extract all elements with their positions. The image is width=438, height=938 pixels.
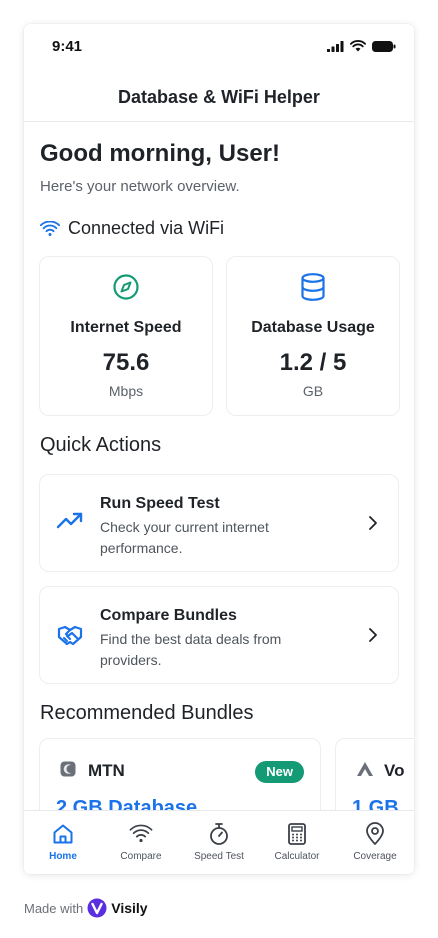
- action-description: Check your current internet performance.: [100, 519, 269, 556]
- handshake-icon: [57, 625, 83, 646]
- wifi-status-icon: [350, 40, 366, 52]
- nav-label: Coverage: [353, 851, 397, 862]
- action-name: Compare Bundles: [100, 607, 237, 624]
- wifi-icon: [129, 824, 153, 843]
- location-pin-icon: [366, 822, 384, 845]
- connection-status: Connected via WiFi: [40, 218, 224, 239]
- made-with-label: Made with: [24, 900, 84, 916]
- visily-brand: Visily: [111, 900, 148, 916]
- nav-coverage[interactable]: Coverage: [336, 811, 414, 874]
- app-title: Database & WiFi Helper: [118, 87, 320, 107]
- bundle-plan: 2 GB Database: [56, 797, 198, 810]
- mtn-logo-icon: [60, 761, 76, 777]
- recommended-bundles-title: Recommended Bundles: [40, 702, 254, 724]
- run-speed-test-card[interactable]: Run Speed Test Check your current intern…: [39, 474, 399, 572]
- bundle-plan: 1 GB: [352, 797, 399, 810]
- database-icon: [301, 273, 325, 301]
- status-icons: [327, 40, 396, 52]
- nav-home[interactable]: Home: [24, 811, 102, 874]
- action-name: Run Speed Test: [100, 495, 220, 512]
- nav-label: Speed Test: [194, 851, 244, 862]
- compass-icon: [113, 274, 139, 300]
- bundle-card-vodacom[interactable]: Vo 1 GB: [335, 738, 414, 810]
- nav-label: Calculator: [274, 851, 320, 862]
- internet-speed-card[interactable]: Internet Speed 75.6 Mbps: [39, 256, 213, 416]
- nav-label: Compare: [120, 851, 162, 862]
- home-content[interactable]: Good morning, User! Here's your network …: [24, 122, 414, 810]
- nav-speed-test[interactable]: Speed Test: [180, 811, 258, 874]
- chevron-right-icon: [369, 516, 377, 530]
- database-usage-card[interactable]: Database Usage 1.2 / 5 GB: [226, 256, 400, 416]
- app-header: Database & WiFi Helper: [24, 82, 414, 122]
- made-with-footer[interactable]: Made with Visily: [24, 898, 148, 918]
- stat-value: 1.2 / 5: [279, 349, 347, 376]
- battery-icon: [372, 40, 396, 52]
- nav-calculator[interactable]: Calculator: [258, 811, 336, 874]
- stat-title: Database Usage: [251, 319, 375, 336]
- connection-label: Connected via WiFi: [68, 218, 225, 238]
- phone-frame: 9:41 Database & WiFi Helper Good morning…: [24, 24, 414, 874]
- stopwatch-icon: [210, 823, 228, 845]
- home-icon: [53, 824, 73, 844]
- compare-bundles-card[interactable]: Compare Bundles Find the best data deals…: [39, 586, 399, 684]
- nav-compare[interactable]: Compare: [102, 811, 180, 874]
- bottom-nav: Home Compare Speed Test Calculator Cover…: [24, 810, 414, 874]
- new-badge: New: [255, 761, 304, 783]
- bundle-provider: MTN: [88, 761, 125, 780]
- status-time: 9:41: [52, 38, 83, 55]
- stat-unit: Mbps: [108, 383, 144, 399]
- bundle-card-mtn[interactable]: MTN New 2 GB Database: [39, 738, 321, 810]
- status-bar: 9:41: [24, 24, 414, 68]
- calculator-icon: [288, 823, 306, 845]
- greeting-subtitle: Here's your network overview.: [40, 178, 240, 195]
- bundle-provider: Vo: [384, 761, 405, 780]
- stat-title: Internet Speed: [70, 319, 182, 336]
- action-description: Find the best data deals from providers.: [100, 631, 282, 668]
- nav-label: Home: [49, 851, 77, 862]
- provider-logo-icon: [357, 762, 373, 776]
- visily-logo-icon: [87, 898, 107, 918]
- stat-unit: GB: [302, 383, 324, 399]
- stat-value: 75.6: [102, 349, 150, 376]
- trending-up-icon: [56, 512, 83, 529]
- chevron-right-icon: [369, 628, 377, 642]
- greeting-title: Good morning, User!: [40, 140, 280, 167]
- signal-icon: [327, 40, 344, 52]
- quick-actions-title: Quick Actions: [40, 434, 162, 456]
- wifi-icon: [40, 220, 60, 236]
